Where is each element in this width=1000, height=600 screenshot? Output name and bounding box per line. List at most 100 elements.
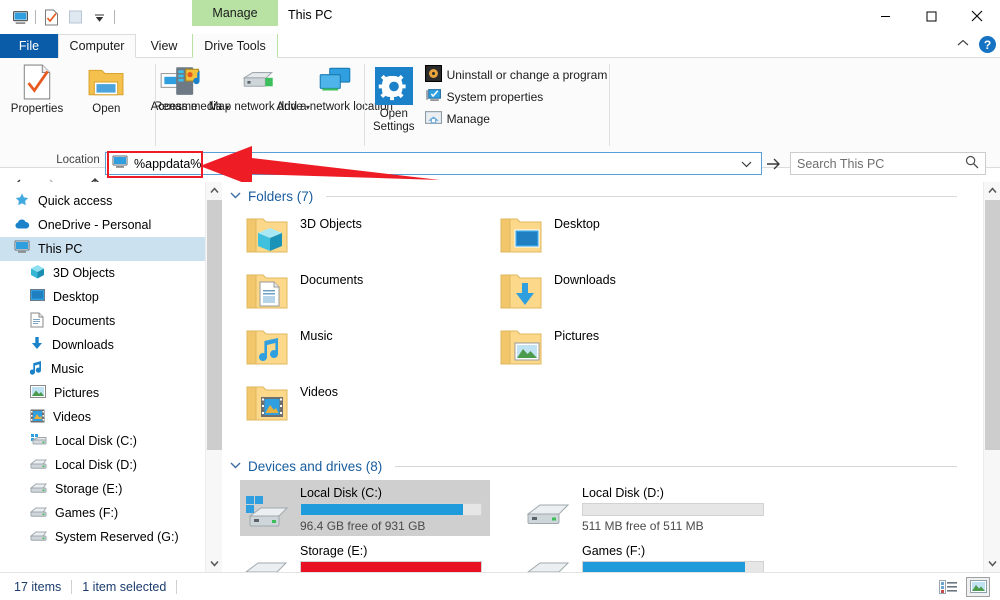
file-pane-scrollbar[interactable] [983, 182, 1000, 572]
large-icons-view-icon[interactable] [966, 576, 990, 597]
folder-tile-pictures[interactable]: Pictures [494, 322, 744, 378]
sidebar-label: OneDrive - Personal [38, 218, 152, 232]
group-header-folders[interactable]: Folders (7) [222, 182, 975, 206]
help-icon[interactable]: ? [979, 36, 996, 53]
scroll-up-icon[interactable] [984, 182, 1000, 199]
drive-capacity-fill [301, 562, 481, 572]
sidebar-label: Documents [52, 314, 116, 328]
address-right-controls [732, 157, 761, 171]
sidebar-item-storage-e[interactable]: Storage (E:) [0, 477, 205, 501]
tab-file[interactable]: File [0, 34, 58, 58]
tab-view[interactable]: View [136, 34, 192, 58]
drive-icon [526, 542, 572, 572]
folder-tile-downloads[interactable]: Downloads [494, 266, 744, 322]
sidebar-item-this-pc[interactable]: This PC [0, 237, 205, 261]
folder-tile-3d-objects[interactable]: 3D Objects [240, 210, 490, 266]
group-divider-3 [609, 64, 610, 146]
navigation-pane-scrollbar[interactable] [205, 182, 222, 572]
manage-button[interactable]: Manage [421, 108, 612, 130]
new-folder-icon[interactable] [63, 5, 87, 29]
sidebar-label: This PC [38, 242, 83, 256]
properties-label: Properties [10, 103, 64, 115]
folder-tile-label: Downloads [554, 273, 616, 287]
status-bar: 17 items 1 item selected [0, 572, 1000, 600]
customize-dropdown-icon[interactable] [87, 5, 111, 29]
folder-tile-documents[interactable]: Documents [240, 266, 490, 322]
drive-capacity-bar [582, 561, 764, 572]
drives-group-label: Devices and drives (8) [248, 459, 383, 474]
navigation-pane: Quick access OneDrive - Personal This PC [0, 182, 205, 572]
collapse-ribbon-icon[interactable] [957, 39, 969, 51]
address-input[interactable]: %appdata% [105, 152, 762, 175]
open-button[interactable]: Open [73, 58, 139, 116]
maximize-button[interactable] [908, 0, 954, 32]
drive-tile-games-f[interactable]: Games (F:) 96.1 GB free of 931 GB [522, 538, 772, 572]
minimize-button[interactable] [862, 0, 908, 32]
videos-icon [30, 409, 45, 426]
drive-tile-local-disk-c[interactable]: Local Disk (C:) 96.4 GB free of 931 GB [240, 480, 490, 536]
sidebar-item-pictures[interactable]: Pictures [0, 381, 205, 405]
drive-tile-storage-e[interactable]: Storage (E:) 9.56 GB free of 1.79 TB [240, 538, 490, 572]
scroll-down-icon[interactable] [206, 555, 223, 572]
folder-documents-icon [244, 270, 290, 315]
folder-videos-icon [244, 382, 290, 427]
drive-tile-meta: Local Disk (D:) 511 MB free of 511 MB [582, 484, 764, 533]
navigation-scroll-thumb[interactable] [207, 200, 222, 450]
sidebar-item-games-f[interactable]: Games (F:) [0, 501, 205, 525]
sidebar-item-downloads[interactable]: Downloads [0, 333, 205, 357]
sidebar-item-music[interactable]: Music [0, 357, 205, 381]
group-header-devices-and-drives[interactable]: Devices and drives (8) [222, 452, 975, 476]
qat-divider-2 [114, 10, 115, 24]
sidebar-item-local-disk-c[interactable]: Local Disk (C:) [0, 429, 205, 453]
folder-tile-desktop[interactable]: Desktop [494, 210, 744, 266]
this-pc-icon[interactable] [8, 5, 32, 29]
file-pane-scroll-thumb[interactable] [985, 200, 1000, 450]
sidebar-label: Downloads [52, 338, 114, 352]
uninstall-program-label: Uninstall or change a program [446, 68, 608, 82]
documents-icon [30, 312, 44, 331]
scroll-down-icon[interactable] [984, 555, 1000, 572]
folder-tile-music[interactable]: Music [240, 322, 490, 378]
sidebar-item-system-reserved-g[interactable]: System Reserved (G:) [0, 525, 205, 549]
sidebar-item-onedrive[interactable]: OneDrive - Personal [0, 213, 205, 237]
manage-icon [424, 109, 442, 129]
address-go-button[interactable] [762, 153, 784, 174]
this-pc-icon [14, 240, 30, 258]
chevron-down-icon[interactable] [230, 461, 241, 472]
folder-tile-label: Pictures [554, 329, 600, 343]
uninstall-program-icon [424, 65, 442, 85]
sidebar-item-local-disk-d[interactable]: Local Disk (D:) [0, 453, 205, 477]
drive-tile-label: Storage (E:) [300, 544, 368, 558]
properties-button[interactable]: Properties [4, 58, 70, 116]
search-icon[interactable] [965, 155, 979, 172]
chevron-down-icon[interactable] [230, 191, 241, 202]
scroll-up-icon[interactable] [206, 182, 222, 199]
open-settings-button[interactable]: Open Settings [373, 61, 415, 134]
folder-tile-videos[interactable]: Videos [240, 378, 490, 434]
sidebar-item-desktop[interactable]: Desktop [0, 285, 205, 309]
sidebar-label: Videos [53, 410, 91, 424]
tab-drive-tools[interactable]: Drive Tools [192, 34, 278, 58]
system-properties-button[interactable]: System properties [421, 86, 612, 108]
drive-tile-label: Local Disk (D:) [582, 486, 664, 500]
tab-computer[interactable]: Computer [58, 34, 136, 58]
drive-tile-meta: Games (F:) 96.1 GB free of 931 GB [582, 542, 764, 572]
drive-tile-local-disk-d[interactable]: Local Disk (D:) 511 MB free of 511 MB [522, 480, 772, 536]
sidebar-item-3d-objects[interactable]: 3D Objects [0, 261, 205, 285]
sidebar-item-videos[interactable]: Videos [0, 405, 205, 429]
drive-icon [29, 481, 47, 497]
sidebar-item-documents[interactable]: Documents [0, 309, 205, 333]
uninstall-program-button[interactable]: Uninstall or change a program [421, 64, 612, 86]
address-dropdown-icon[interactable] [732, 157, 761, 171]
sidebar-label: System Reserved (G:) [55, 530, 179, 544]
3d-objects-icon [30, 264, 45, 282]
properties-icon[interactable] [39, 5, 63, 29]
add-network-location-button[interactable]: Add a network location [277, 58, 393, 114]
close-button[interactable] [954, 0, 1000, 32]
details-view-icon[interactable] [936, 577, 960, 597]
pictures-icon [30, 385, 46, 401]
sidebar-item-quick-access[interactable]: Quick access [0, 189, 205, 213]
file-list-pane: Folders (7) 3D Objects Desktop Documents… [222, 182, 975, 572]
search-input[interactable]: Search This PC [790, 152, 986, 175]
folder-pictures-icon [498, 326, 544, 371]
